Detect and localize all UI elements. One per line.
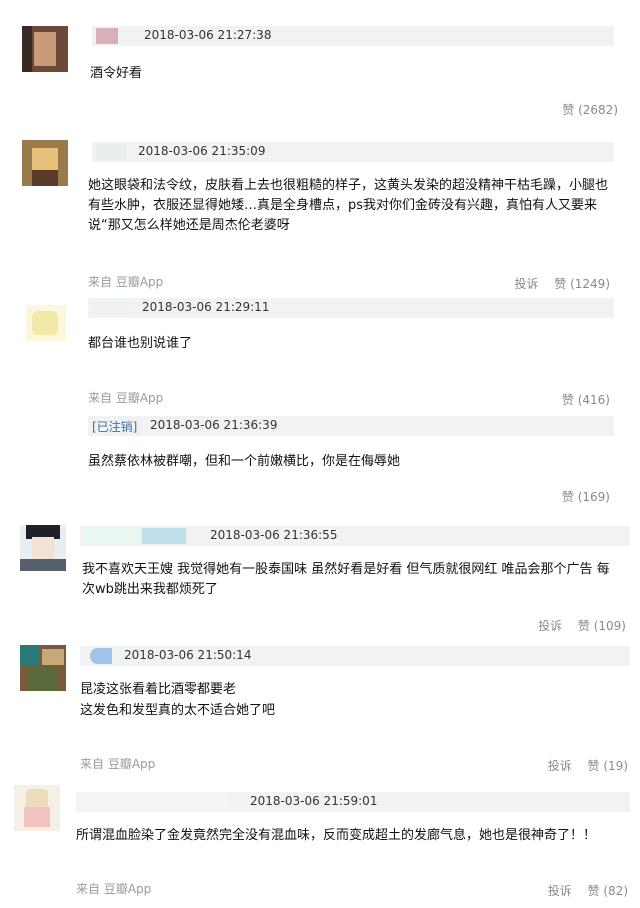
report-button[interactable]: 投诉	[548, 759, 572, 773]
comment-meta-bar: 2018-03-06 21:35:09	[92, 142, 614, 162]
like-button[interactable]: 赞 (109)	[578, 619, 626, 633]
username-blurred[interactable]	[92, 300, 128, 316]
avatar[interactable]	[22, 26, 68, 72]
comment-text: 都台谁也别说谁了	[88, 336, 193, 351]
comment-text-line2: 这发色和发型真的太不适合她了吧	[80, 703, 276, 718]
reply-user-tag[interactable]: [已注销]	[92, 418, 137, 435]
like-button[interactable]: 赞 (2682)	[562, 103, 618, 117]
comment-meta-bar: 2018-03-06 21:59:01	[76, 792, 630, 812]
comment-text: 我不喜欢天王嫂 我觉得她有一股泰国味 虽然好看是好看 但气质就很网红 唯品会那个…	[82, 562, 610, 597]
comment-actions: 投诉 赞 (109)	[526, 617, 626, 634]
like-button[interactable]: 赞 (19)	[588, 759, 628, 773]
username-blurred[interactable]	[82, 528, 142, 544]
comment-time: 2018-03-06 21:29:11	[142, 300, 270, 314]
comment-time: 2018-03-06 21:36:55	[210, 528, 338, 542]
report-button[interactable]: 投诉	[548, 884, 572, 898]
avatar[interactable]	[26, 305, 66, 341]
comment-actions: 赞 (416)	[550, 391, 610, 408]
username-blurred-accent	[142, 528, 186, 544]
username-blurred[interactable]	[96, 28, 118, 44]
report-button[interactable]: 投诉	[538, 619, 562, 633]
comment-text-line1: 昆凌这张看着比酒零都要老	[80, 682, 237, 697]
comment-meta-bar: 2018-03-06 21:36:55	[80, 526, 630, 546]
source-label: 来自 豆瓣App	[88, 391, 164, 405]
avatar[interactable]	[14, 785, 60, 831]
comment-actions: 投诉 赞 (19)	[536, 757, 628, 774]
like-button[interactable]: 赞 (1249)	[554, 277, 610, 291]
like-button[interactable]: 赞 (82)	[588, 884, 628, 898]
username-blurred[interactable]	[78, 794, 228, 810]
like-button[interactable]: 赞 (169)	[562, 490, 610, 504]
like-button[interactable]: 赞 (416)	[562, 393, 610, 407]
comment-actions: 投诉 赞 (1249)	[502, 275, 610, 292]
reply-actions: 赞 (169)	[550, 488, 610, 505]
avatar[interactable]	[20, 645, 66, 691]
reply-meta-bar: [已注销] 2018-03-06 21:36:39	[88, 416, 614, 436]
comment-actions: 赞 (2682)	[550, 101, 618, 118]
comment-actions: 投诉 赞 (82)	[536, 882, 628, 899]
reply-text: 虽然蔡依林被群嘲，但和一个前嫩横比，你是在侮辱她	[88, 454, 401, 469]
report-button[interactable]: 投诉	[514, 277, 538, 291]
username-blurred[interactable]	[96, 144, 126, 160]
comment-text: 她这眼袋和法令纹，皮肤看上去也很粗糙的样子，这黄头发染的超没精神干枯毛躁，小腿也…	[88, 178, 609, 233]
reply-time: 2018-03-06 21:36:39	[150, 418, 278, 432]
comment-time: 2018-03-06 21:35:09	[138, 144, 266, 158]
source-label: 来自 豆瓣App	[80, 757, 156, 771]
source-label: 来自 豆瓣App	[88, 275, 164, 289]
comment-time: 2018-03-06 21:59:01	[250, 794, 378, 808]
avatar[interactable]	[22, 140, 68, 186]
source-label: 来自 豆瓣App	[76, 882, 152, 896]
comment-time: 2018-03-06 21:27:38	[144, 28, 272, 42]
avatar[interactable]	[20, 525, 66, 571]
comment-time: 2018-03-06 21:50:14	[124, 648, 252, 662]
username-blurred[interactable]	[90, 648, 112, 664]
comment-meta-bar: 2018-03-06 21:27:38	[92, 26, 614, 46]
comment-text: 所谓混血脸染了金发竟然完全没有混血味，反而变成超土的发廊气息，她也是很神奇了！！	[76, 828, 597, 843]
comment-meta-bar: 2018-03-06 21:50:14	[80, 646, 630, 666]
comment-text: 酒令好看	[90, 66, 143, 81]
comment-meta-bar: 2018-03-06 21:29:11	[88, 298, 614, 318]
